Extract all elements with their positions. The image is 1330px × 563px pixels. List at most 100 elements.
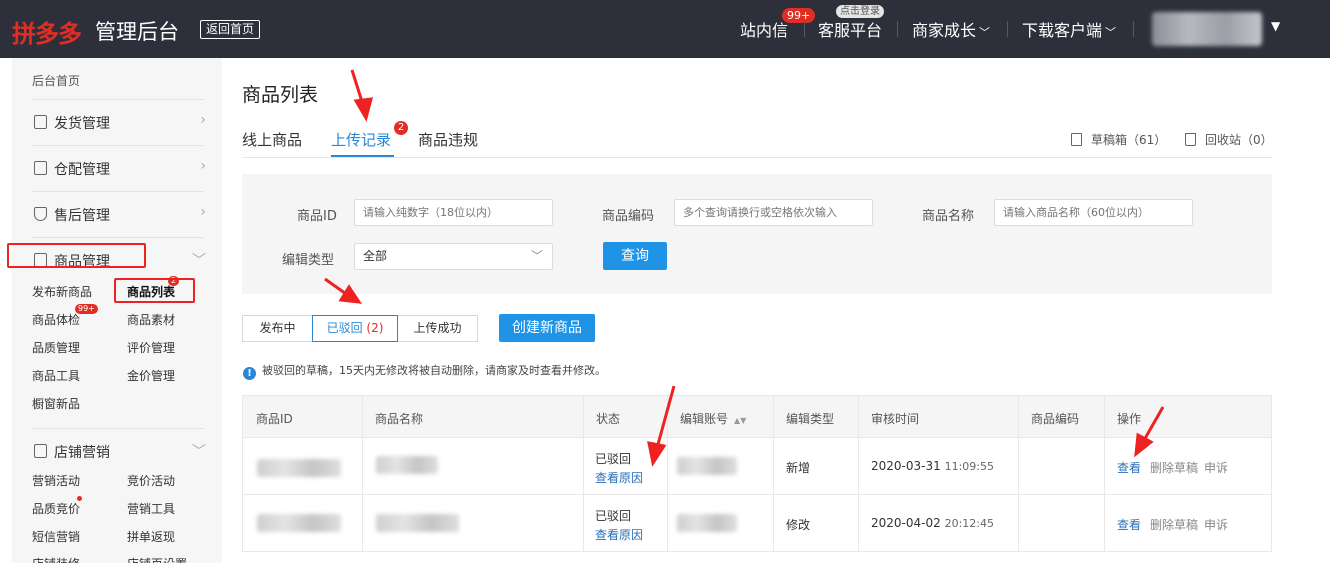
tab-upload-records[interactable]: 上传记录 (331, 129, 391, 150)
sidebar-group-warehouse[interactable]: 仓配管理 › (32, 145, 206, 189)
goods-name-redacted (376, 514, 459, 532)
sidebar-item-tools[interactable]: 商品工具 (32, 367, 80, 384)
sidebar-item-quality-bidding[interactable]: 品质竞价 (32, 500, 80, 517)
goods-name-input[interactable] (994, 199, 1193, 226)
view-link[interactable]: 查看 (1117, 459, 1141, 476)
draft-icon (1071, 133, 1082, 146)
drafts-link[interactable]: 草稿箱（61） (1071, 131, 1166, 148)
segment-upload-success[interactable]: 上传成功 (397, 315, 478, 342)
nav-growth[interactable]: 商家成长 ﹀ (912, 17, 990, 41)
active-tab-indicator (331, 155, 394, 157)
nav-service[interactable]: 客服平台 (818, 17, 882, 41)
column-divider (583, 396, 584, 551)
logo[interactable]: 拼多多 (12, 14, 82, 49)
column-divider (1018, 396, 1019, 551)
audit-date: 2020-03-31 (871, 459, 941, 473)
annotation-arrow (350, 69, 366, 109)
segment-publishing[interactable]: 发布中 (242, 315, 313, 342)
trash-icon (1185, 133, 1196, 146)
sidebar-item-showcase[interactable]: 橱窗新品 (32, 395, 80, 412)
sidebar-item-decoration[interactable]: 店铺装修 (32, 555, 80, 563)
sidebar-group-aftersales[interactable]: 售后管理 › (32, 191, 206, 235)
sidebar-item-campaigns[interactable]: 营销活动 (32, 472, 80, 489)
sidebar-item-publish[interactable]: 发布新商品 (32, 283, 92, 300)
tab-online-goods[interactable]: 线上商品 (242, 129, 302, 150)
info-icon: ! (243, 367, 256, 380)
header-actions: 操作 (1117, 412, 1142, 426)
sidebar-item-sms[interactable]: 短信营销 (32, 528, 80, 545)
editor-redacted (677, 457, 737, 475)
goods-code-input[interactable] (674, 199, 873, 226)
chevron-down-icon: ﹀ (192, 444, 206, 460)
goods-id-input[interactable] (354, 199, 553, 226)
goods-name-redacted (376, 456, 438, 474)
sidebar-group-label: 发货管理 (54, 116, 110, 132)
header-edit-type: 编辑类型 (786, 412, 835, 426)
back-home-button[interactable]: 返回首页 (200, 20, 261, 39)
header-status: 状态 (596, 412, 621, 426)
sidebar-group-marketing[interactable]: 店铺营销 ﹀ (32, 428, 206, 472)
column-divider (667, 396, 668, 551)
sidebar-item-bidding[interactable]: 竞价活动 (127, 472, 175, 489)
appeal-link[interactable]: 申诉 (1204, 459, 1228, 476)
audit-clock: 11:09:55 (944, 460, 994, 473)
sidebar-item-reviews[interactable]: 评价管理 (127, 339, 175, 356)
view-link[interactable]: 查看 (1117, 516, 1141, 533)
view-reason-link[interactable]: 查看原因 (595, 469, 643, 486)
audit-time: 2020-04-02 20:12:45 (871, 516, 994, 530)
sort-icon: ▲▼ (734, 416, 747, 425)
audit-date: 2020-04-02 (871, 516, 941, 530)
sidebar-item-goods-check[interactable]: 商品体检 (32, 311, 80, 328)
segment-rejected[interactable]: 已驳回 (2) (312, 315, 398, 342)
sidebar-group-label: 仓配管理 (54, 162, 110, 178)
sidebar-item-quality[interactable]: 品质管理 (32, 339, 80, 356)
nav-download-label: 下载客户端 (1022, 21, 1103, 40)
column-divider (858, 396, 859, 551)
segment-rejected-label: 已驳回 (326, 321, 363, 335)
appeal-link[interactable]: 申诉 (1204, 516, 1228, 533)
filter-id-label: 商品ID (297, 209, 337, 224)
notice-text: 被驳回的草稿，15天内无修改将被自动删除，请商家及时查看并修改。 (262, 364, 606, 377)
nav-divider (897, 21, 898, 37)
nav-divider (1007, 21, 1008, 37)
sidebar-item-gold-price[interactable]: 金价管理 (127, 367, 175, 384)
sidebar-item-cashback[interactable]: 拼单返现 (127, 528, 175, 545)
edit-type-value: 全部 (363, 249, 388, 263)
recycle-label: 回收站（0） (1205, 133, 1273, 147)
account-avatar[interactable] (1152, 12, 1262, 46)
sidebar: 后台首页 发货管理 › 仓配管理 › 售后管理 › 商品管理 ﹀ 发布新商品 商… (12, 58, 222, 563)
delete-draft-link[interactable]: 删除草稿 (1150, 516, 1198, 533)
sidebar-item-materials[interactable]: 商品素材 (127, 311, 175, 328)
tab-violations[interactable]: 商品违规 (418, 129, 478, 150)
column-divider (773, 396, 774, 551)
document-icon (34, 115, 47, 129)
header-audit-time: 审核时间 (871, 412, 920, 426)
nav-divider (1133, 21, 1134, 37)
sidebar-item-home[interactable]: 后台首页 (32, 72, 80, 89)
header-editor[interactable]: 编辑账号 ▲▼ (680, 410, 746, 427)
sidebar-item-marketing-tools[interactable]: 营销工具 (127, 500, 175, 517)
create-goods-button[interactable]: 创建新商品 (499, 314, 595, 342)
status-text: 已驳回 (595, 509, 632, 523)
sidebar-item-store-settings[interactable]: 店铺页设置 (127, 555, 187, 563)
nav-messages[interactable]: 站内信 (740, 17, 788, 41)
top-bar: 拼多多 管理后台 返回首页 站内信 99+ 客服平台 点击登录 商家成长 ﹀ 下载… (0, 0, 1330, 58)
chevron-right-icon: › (200, 158, 206, 174)
view-reason-link[interactable]: 查看原因 (595, 526, 643, 543)
service-login-badge[interactable]: 点击登录 (836, 5, 884, 18)
chevron-down-icon: ﹀ (530, 249, 543, 263)
header-goods-id: 商品ID (256, 412, 293, 426)
annotation-box-goods-management (7, 243, 146, 268)
sidebar-group-shipping[interactable]: 发货管理 › (32, 99, 206, 143)
delete-draft-link[interactable]: 删除草稿 (1150, 459, 1198, 476)
filter-type-label: 编辑类型 (282, 253, 335, 268)
nav-growth-label: 商家成长 (912, 21, 977, 40)
column-divider (1104, 396, 1105, 551)
edit-type-select[interactable]: 全部 ﹀ (354, 243, 553, 270)
chevron-right-icon: › (200, 112, 206, 128)
nav-download[interactable]: 下载客户端 ﹀ (1022, 17, 1116, 41)
caret-down-icon[interactable]: ▼ (1271, 19, 1280, 33)
recycle-bin-link[interactable]: 回收站（0） (1185, 131, 1273, 148)
header-goods-code: 商品编码 (1031, 412, 1080, 426)
query-button[interactable]: 查询 (603, 242, 667, 270)
